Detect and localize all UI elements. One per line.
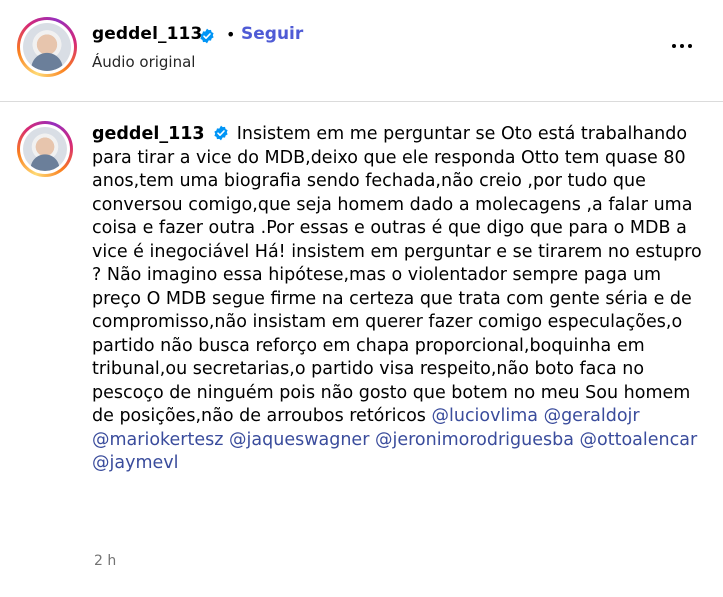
caption-avatar[interactable] — [17, 121, 73, 177]
verified-badge-icon — [214, 125, 228, 141]
mention-link[interactable]: @jaymevl — [92, 453, 178, 473]
avatar[interactable] — [17, 17, 77, 77]
header-username[interactable]: geddel_113 — [92, 24, 202, 44]
mention-link[interactable]: @mariokertesz — [92, 430, 223, 450]
caption-username[interactable]: geddel_113 — [92, 124, 205, 144]
post-header: geddel_113 • Seguir Áudio original — [0, 0, 723, 102]
mention-link[interactable]: @geraldojr — [544, 406, 640, 426]
more-options-icon[interactable] — [672, 36, 700, 56]
caption-text: Insistem em me perguntar se Oto está tra… — [92, 124, 702, 426]
separator-dot: • — [226, 25, 236, 44]
verified-badge-icon — [200, 28, 214, 44]
mention-link[interactable]: @luciovlima — [431, 406, 538, 426]
mention-link[interactable]: @jeronimorodriguesba — [375, 430, 574, 450]
post-timestamp[interactable]: 2 h — [94, 553, 116, 569]
post-caption: geddel_113 Insistem em me perguntar se O… — [92, 123, 712, 476]
follow-button[interactable]: Seguir — [241, 24, 303, 44]
mention-link[interactable]: @jaqueswagner — [229, 430, 369, 450]
mention-link[interactable]: @ottoalencar — [580, 430, 698, 450]
audio-label[interactable]: Áudio original — [92, 53, 195, 71]
